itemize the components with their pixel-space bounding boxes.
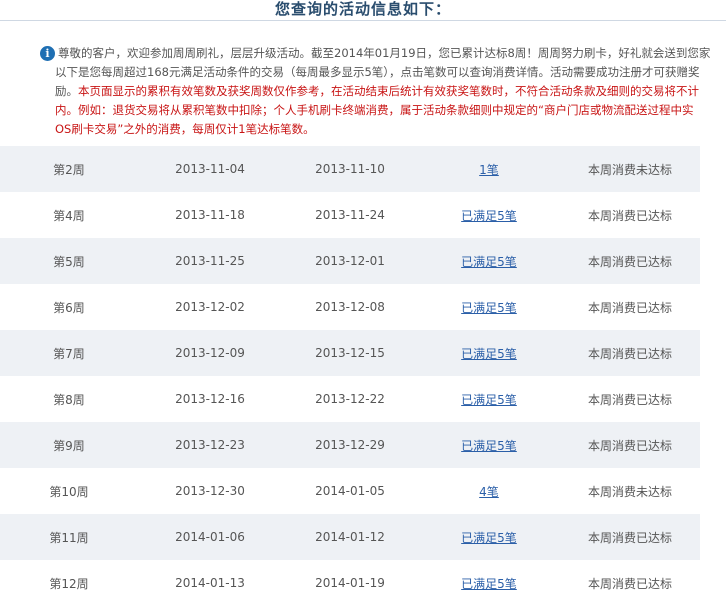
count-cell: 4笔 — [418, 468, 560, 514]
count-cell: 1笔 — [418, 146, 560, 192]
status-cell: 本周消费已达标 — [560, 422, 700, 468]
table-row: 第4周 2013-11-18 2013-11-24 已满足5笔 本周消费已达标 — [0, 192, 700, 238]
status-cell: 本周消费已达标 — [560, 238, 700, 284]
count-cell: 已满足5笔 — [418, 376, 560, 422]
count-cell: 已满足5笔 — [418, 422, 560, 468]
count-link[interactable]: 4笔 — [479, 485, 499, 499]
status-cell: 本周消费已达标 — [587, 300, 672, 315]
table-row: 第6周 2013-12-02 2013-12-08 已满足5笔 本周消费已达标 — [0, 284, 700, 330]
week-cell: 第6周 — [53, 300, 85, 315]
table-row: 第8周 2013-12-16 2013-12-22 已满足5笔 本周消费已达标 — [0, 376, 700, 422]
table-row: 第10周 2013-12-30 2014-01-05 4笔 本周消费未达标 — [0, 468, 700, 514]
status-cell: 本周消费未达标 — [560, 146, 700, 192]
weekly-activity-table: 第2周 2013-11-04 2013-11-10 1笔 本周消费未达标 第4周… — [0, 146, 700, 606]
start-date-cell: 2013-12-16 — [175, 392, 245, 406]
week-cell: 第2周 — [0, 146, 138, 192]
week-cell: 第5周 — [0, 238, 138, 284]
count-link[interactable]: 已满足5笔 — [461, 531, 517, 545]
notice-line-3: 励。本页面显示的累积有效笔数及获奖周数仅作参考，在活动结束后统计有效获奖笔数时，… — [55, 82, 726, 101]
start-date-cell: 2013-12-30 — [175, 484, 245, 498]
end-date-cell: 2014-01-12 — [282, 514, 418, 560]
end-date-cell: 2013-11-24 — [315, 208, 385, 222]
status-cell: 本周消费已达标 — [587, 208, 672, 223]
count-link[interactable]: 已满足5笔 — [461, 301, 517, 315]
start-date-cell: 2013-11-18 — [175, 208, 245, 222]
count-cell: 已满足5笔 — [418, 330, 560, 376]
table-row: 第7周 2013-12-09 2013-12-15 已满足5笔 本周消费已达标 — [0, 330, 700, 376]
notice-text: 尊敬的客户，欢迎参加周周刷礼，层层升级活动。截至2014年01月19日，您已累计… — [55, 44, 726, 139]
table-row: 第11周 2014-01-06 2014-01-12 已满足5笔 本周消费已达标 — [0, 514, 700, 560]
title-bar: 您查询的活动信息如下： — [0, 0, 726, 21]
table-row: 第12周 2014-01-13 2014-01-19 已满足5笔 本周消费已达标 — [0, 560, 700, 606]
start-date-cell: 2013-12-09 — [138, 330, 282, 376]
count-cell: 已满足5笔 — [418, 514, 560, 560]
week-cell: 第10周 — [49, 484, 89, 499]
week-cell: 第4周 — [53, 208, 85, 223]
count-cell: 已满足5笔 — [418, 192, 560, 238]
notice-line-3-gray: 励。 — [55, 84, 78, 98]
end-date-cell: 2013-12-22 — [315, 392, 385, 406]
page-title: 您查询的活动信息如下： — [274, 0, 451, 18]
end-date-cell: 2014-01-19 — [315, 576, 385, 590]
end-date-cell: 2013-12-01 — [282, 238, 418, 284]
week-cell: 第11周 — [0, 514, 138, 560]
status-cell: 本周消费已达标 — [587, 576, 672, 591]
notice-line-2: 以下是您每周超过168元满足活动条件的交易（每周最多显示5笔），点击笔数可以查询… — [55, 65, 700, 79]
week-cell: 第12周 — [49, 576, 89, 591]
end-date-cell: 2013-11-10 — [282, 146, 418, 192]
start-date-cell: 2013-11-25 — [138, 238, 282, 284]
end-date-cell: 2014-01-05 — [315, 484, 385, 498]
info-icon: i — [40, 46, 55, 61]
status-cell: 本周消费未达标 — [587, 484, 672, 499]
notice-line-1: 尊敬的客户，欢迎参加周周刷礼，层层升级活动。截至2014年01月19日，您已累计… — [58, 46, 711, 60]
notice-panel: i 尊敬的客户，欢迎参加周周刷礼，层层升级活动。截至2014年01月19日，您已… — [0, 36, 726, 142]
table-row: 第9周 2013-12-23 2013-12-29 已满足5笔 本周消费已达标 — [0, 422, 700, 468]
count-cell: 已满足5笔 — [418, 560, 560, 606]
count-link[interactable]: 已满足5笔 — [461, 439, 517, 453]
start-date-cell: 2013-12-02 — [175, 300, 245, 314]
status-cell: 本周消费已达标 — [560, 330, 700, 376]
week-cell: 第9周 — [0, 422, 138, 468]
notice-line-4: 内。例如：退货交易将从累积笔数中扣除；个人手机刷卡终端消费，属于活动条款细则中规… — [55, 103, 694, 117]
status-cell: 本周消费已达标 — [560, 514, 700, 560]
end-date-cell: 2013-12-29 — [282, 422, 418, 468]
start-date-cell: 2013-11-04 — [138, 146, 282, 192]
week-cell: 第8周 — [53, 392, 85, 407]
notice-line-5: OS刷卡交易”之外的消费，每周仅计1笔达标笔数。 — [55, 122, 315, 136]
count-link[interactable]: 已满足5笔 — [461, 209, 517, 223]
end-date-cell: 2013-12-15 — [282, 330, 418, 376]
start-date-cell: 2013-12-23 — [138, 422, 282, 468]
table-row: 第5周 2013-11-25 2013-12-01 已满足5笔 本周消费已达标 — [0, 238, 700, 284]
count-cell: 已满足5笔 — [418, 284, 560, 330]
count-link[interactable]: 已满足5笔 — [461, 393, 517, 407]
table-row: 第2周 2013-11-04 2013-11-10 1笔 本周消费未达标 — [0, 146, 700, 192]
week-cell: 第7周 — [0, 330, 138, 376]
count-cell: 已满足5笔 — [418, 238, 560, 284]
count-link[interactable]: 已满足5笔 — [461, 347, 517, 361]
status-cell: 本周消费已达标 — [587, 392, 672, 407]
count-link[interactable]: 1笔 — [479, 163, 499, 177]
start-date-cell: 2014-01-06 — [138, 514, 282, 560]
count-link[interactable]: 已满足5笔 — [461, 255, 517, 269]
notice-line-3-red: 本页面显示的累积有效笔数及获奖周数仅作参考，在活动结束后统计有效获奖笔数时，不符… — [78, 84, 699, 98]
count-link[interactable]: 已满足5笔 — [461, 577, 517, 591]
end-date-cell: 2013-12-08 — [315, 300, 385, 314]
start-date-cell: 2014-01-13 — [175, 576, 245, 590]
